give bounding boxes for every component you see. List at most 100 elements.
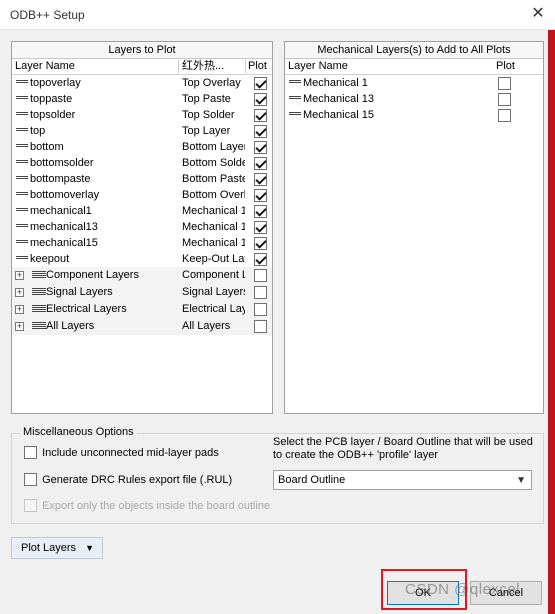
col-layer-name[interactable]: Layer Name (15, 59, 75, 74)
layer-description: Mechanical 13 (182, 221, 245, 233)
plot-checkbox[interactable] (254, 125, 267, 138)
col-plot[interactable]: Plot (496, 59, 515, 74)
group-name: Component Layers (46, 269, 139, 281)
chevron-down-icon: ▼ (516, 475, 526, 486)
plot-checkbox[interactable] (254, 303, 267, 316)
column-separator (178, 60, 179, 73)
mech-column-header: Layer Name Plot (285, 59, 543, 75)
layer-row[interactable]: mechanical15 Mechanical 15 (12, 235, 272, 251)
mechanical-layers-panel: Mechanical Layers(s) to Add to All Plots… (284, 41, 544, 414)
plot-checkbox[interactable] (254, 189, 267, 202)
include-unconnected-checkbox[interactable] (24, 446, 37, 459)
plot-checkbox[interactable] (254, 109, 267, 122)
plot-checkbox[interactable] (254, 173, 267, 186)
layer-row[interactable]: topoverlay Top Overlay (12, 75, 272, 91)
layer-name: bottomsolder (30, 157, 94, 169)
layer-row[interactable]: bottom Bottom Layer (12, 139, 272, 155)
mech-layer-name: Mechanical 13 (303, 93, 374, 105)
layer-name: top (30, 125, 46, 137)
generate-drc-option[interactable]: Generate DRC Rules export file (.RUL) (24, 473, 232, 487)
mech-layer-list: Mechanical 1 Mechanical 13 Mechanical 15 (285, 75, 543, 123)
layer-name: topoverlay (30, 77, 81, 89)
group-description: Electrical Layers (182, 303, 245, 315)
plot-checkbox[interactable] (254, 157, 267, 170)
mech-layer-row[interactable]: Mechanical 13 (285, 91, 543, 107)
close-icon[interactable]: ✕ (529, 5, 547, 23)
layer-description: Top Solder (182, 109, 235, 121)
layer-group-row[interactable]: + All Layers All Layers (12, 318, 272, 335)
watermark: CSDN @qlexcel (405, 581, 521, 598)
layer-row[interactable]: keepout Keep-Out Layer (12, 251, 272, 267)
layer-description: Mechanical 1 (182, 205, 245, 217)
column-separator (245, 60, 246, 73)
plot-checkbox[interactable] (254, 237, 267, 250)
layer-group-row[interactable]: + Electrical Layers Electrical Layers (12, 301, 272, 318)
misc-options-title: Miscellaneous Options (20, 426, 137, 438)
layer-icon (16, 160, 28, 165)
plot-checkbox[interactable] (498, 77, 511, 90)
plot-checkbox[interactable] (254, 253, 267, 266)
plot-checkbox[interactable] (498, 93, 511, 106)
layer-group-row[interactable]: + Signal Layers Signal Layers (12, 284, 272, 301)
group-name: All Layers (46, 320, 95, 332)
layer-description: Keep-Out Layer (182, 253, 245, 265)
plot-checkbox[interactable] (254, 93, 267, 106)
layer-icon (16, 208, 28, 213)
layers-to-plot-panel: Layers to Plot Layer Name 红外热... Plot to… (11, 41, 273, 414)
layer-icon (32, 288, 46, 297)
layer-name: topsolder (30, 109, 76, 121)
mech-layer-row[interactable]: Mechanical 15 (285, 107, 543, 123)
layer-name: keepout (30, 253, 70, 265)
layer-name: mechanical15 (30, 237, 98, 249)
generate-drc-checkbox[interactable] (24, 473, 37, 486)
expand-icon[interactable]: + (15, 322, 24, 331)
layer-row[interactable]: topsolder Top Solder (12, 107, 272, 123)
expand-icon[interactable]: + (15, 288, 24, 297)
plot-checkbox[interactable] (254, 286, 267, 299)
plot-checkbox[interactable] (498, 109, 511, 122)
group-description: All Layers (182, 320, 231, 332)
background-strip (548, 30, 555, 614)
plot-layers-button[interactable]: Plot Layers ▼ (11, 537, 103, 559)
layer-row[interactable]: bottomoverlay Bottom Overlay (12, 187, 272, 203)
profile-layer-select[interactable]: Board Outline ▼ (273, 470, 532, 490)
export-board-outline-label: Export only the objects inside the board… (42, 500, 271, 512)
layers-column-header: Layer Name 红外热... Plot (12, 59, 272, 75)
layer-description: Bottom Solder (182, 157, 245, 169)
layer-row[interactable]: bottomsolder Bottom Solder (12, 155, 272, 171)
odb-setup-dialog: Layers to Plot Layer Name 红外热... Plot to… (0, 30, 548, 614)
plot-checkbox[interactable] (254, 269, 267, 282)
layer-row[interactable]: bottompaste Bottom Paste (12, 171, 272, 187)
include-unconnected-option[interactable]: Include unconnected mid-layer pads (24, 446, 219, 460)
layer-icon (32, 305, 46, 314)
plot-checkbox[interactable] (254, 141, 267, 154)
layer-icon (16, 112, 28, 117)
plot-checkbox[interactable] (254, 320, 267, 333)
plot-checkbox[interactable] (254, 221, 267, 234)
chevron-down-icon: ▼ (85, 543, 94, 553)
group-description: Signal Layers (182, 286, 245, 298)
expand-icon[interactable]: + (15, 305, 24, 314)
export-board-outline-checkbox (24, 499, 37, 512)
col-layer-name[interactable]: Layer Name (288, 59, 348, 74)
layer-row[interactable]: top Top Layer (12, 123, 272, 139)
plot-checkbox[interactable] (254, 77, 267, 90)
layer-icon (32, 271, 46, 280)
layer-icon (16, 224, 28, 229)
layer-group-row[interactable]: + Component Layers Component Layers (12, 267, 272, 284)
expand-icon[interactable]: + (15, 271, 24, 280)
col-plot[interactable]: Plot (248, 59, 267, 74)
layer-row[interactable]: mechanical13 Mechanical 13 (12, 219, 272, 235)
layer-icon (16, 96, 28, 101)
layer-icon (16, 176, 28, 181)
col-desc[interactable]: 红外热... (182, 59, 224, 74)
layer-row[interactable]: toppaste Top Paste (12, 91, 272, 107)
mech-layer-row[interactable]: Mechanical 1 (285, 75, 543, 91)
plot-checkbox[interactable] (254, 205, 267, 218)
layer-name: bottompaste (30, 173, 91, 185)
layer-description: Mechanical 15 (182, 237, 245, 249)
layer-row[interactable]: mechanical1 Mechanical 1 (12, 203, 272, 219)
generate-drc-label: Generate DRC Rules export file (.RUL) (42, 474, 233, 486)
layer-icon (32, 322, 46, 331)
layer-icon (16, 240, 28, 245)
